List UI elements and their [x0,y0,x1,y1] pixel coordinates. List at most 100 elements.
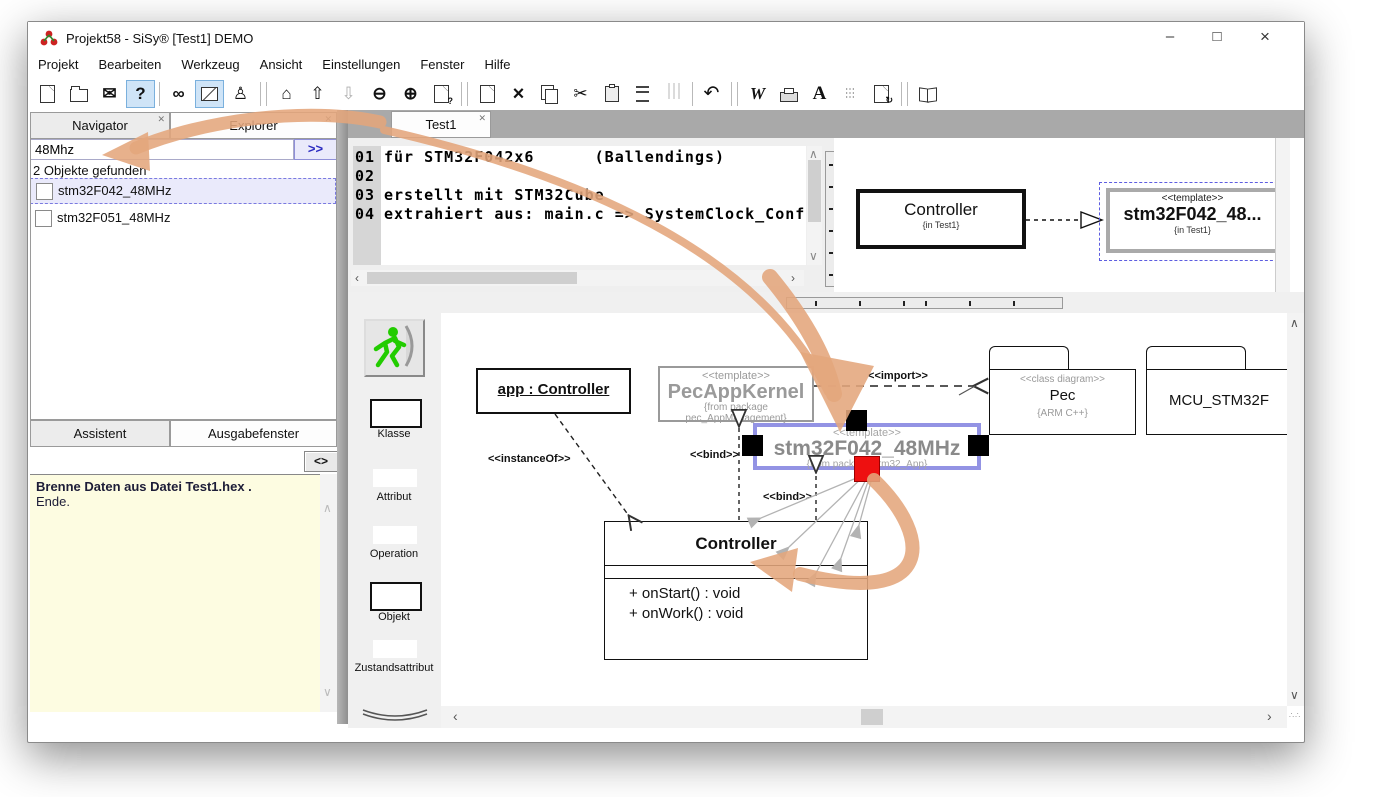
palette-more-icon[interactable] [359,707,431,724]
navigate-down-button[interactable]: ⇩ [334,80,363,108]
scroll-thumb[interactable] [861,709,883,725]
navigate-up-button[interactable]: ⇧ [303,80,332,108]
scroll-left-icon[interactable]: ‹ [453,710,458,722]
scroll-up-icon[interactable]: ∧ [1290,317,1299,329]
pec-app-kernel-node[interactable]: <<template>> PecAppKernel {from package … [658,366,814,422]
word-export-button[interactable]: W [743,80,772,108]
tab-assistent[interactable]: Assistent [30,420,170,447]
mcu-package-node[interactable]: MCU_STM32F [1146,369,1287,435]
result-count-label: 2 Objekte gefunden [33,163,146,178]
menu-werkzeug[interactable]: Werkzeug [171,55,249,74]
scroll-down-icon[interactable]: ∨ [809,250,818,262]
result-item-stm32F042[interactable]: stm32F042_48MHz [30,178,336,204]
close-tab-icon[interactable]: ✕ [157,114,165,124]
menu-bearbeiten[interactable]: Bearbeiten [88,55,171,74]
edit-window-button[interactable] [195,80,224,108]
paste-button[interactable] [597,80,626,108]
controller-class-node[interactable]: Controller + onStart() : void + onWork()… [604,521,868,660]
home-button[interactable]: ⌂ [272,80,301,108]
preview-controller-node[interactable]: Controller {in Test1} [856,189,1026,249]
scroll-up-icon[interactable]: ∧ [323,502,332,514]
object-info-button[interactable]: ♙ [226,80,255,108]
scroll-down-icon[interactable]: ∨ [323,686,332,698]
diagram-vscrollbar[interactable]: ∧ ∨ [1287,313,1304,706]
menu-ansicht[interactable]: Ansicht [250,55,313,74]
undo-button[interactable]: ↶ [697,80,726,108]
tool-zustandsattribut[interactable] [373,640,417,658]
resize-grip[interactable]: ∴∴ [1289,714,1301,726]
maximize-button[interactable]: □ [1200,22,1234,52]
refresh-page-button[interactable]: ↻ [867,80,896,108]
tab-explorer[interactable]: Explorer ✕ [170,112,337,139]
tool-operation[interactable] [373,526,417,544]
checkbox[interactable] [36,183,53,200]
outline-button[interactable] [628,80,657,108]
toolbar-separator [692,82,693,106]
code-text-area[interactable]: für STM32F042x6 (Ballendings) erstellt m… [381,146,806,265]
tool-klasse[interactable] [370,399,422,428]
delete-button[interactable]: × [504,80,533,108]
pec-package-node[interactable]: <<class diagram>> Pec {ARM C++} [989,369,1136,435]
checkbox[interactable] [35,210,52,227]
properties-button[interactable] [473,80,502,108]
preview-template-node[interactable]: <<template>> stm32F042_48... {in Test1} [1106,188,1279,253]
new-document-button[interactable] [33,80,62,108]
run-button[interactable] [364,319,425,377]
code-view-button[interactable]: <> [304,451,338,472]
menu-projekt[interactable]: Projekt [28,55,88,74]
tab-test1[interactable]: Test1 ✕ [391,111,491,138]
scroll-up-icon[interactable]: ∧ [809,148,818,160]
manual-book-button[interactable] [913,80,942,108]
title-bar[interactable]: Projekt58 - SiSy® [Test1] DEMO – □ × [28,22,1304,55]
print-button[interactable] [774,80,803,108]
close-tab-icon[interactable]: ✕ [478,113,486,123]
app-object-node[interactable]: app : Controller [476,368,631,414]
output-scrollbar[interactable]: ∧ ∨ [320,474,337,712]
cut-button[interactable]: ✂ [566,80,595,108]
horizontal-pane-splitter[interactable] [786,297,1063,309]
selection-handle-top[interactable] [846,410,867,431]
scroll-thumb[interactable] [808,160,821,222]
left-splitter[interactable] [337,110,348,724]
scroll-down-icon[interactable]: ∨ [1290,689,1299,701]
scroll-right-icon[interactable]: › [1267,710,1272,722]
selection-handle-right[interactable] [968,435,989,456]
scroll-left-icon[interactable]: ‹ [355,272,359,284]
close-tab-icon[interactable]: ✕ [324,114,332,124]
tab-ausgabefenster[interactable]: Ausgabefenster [170,420,337,447]
pec-package-tab[interactable] [989,346,1069,370]
mcu-package-tab[interactable] [1146,346,1246,370]
result-item-stm32F051[interactable]: stm32F051_48MHz [30,206,336,232]
zoom-out-button[interactable]: ⊖ [365,80,394,108]
word-icon: W [750,85,765,102]
scroll-right-icon[interactable]: › [791,272,795,284]
tool-attribut[interactable] [373,469,417,487]
minimize-button[interactable]: – [1153,22,1187,52]
page-help-button[interactable]: ? [427,80,456,108]
mail-button[interactable]: ✉ [95,80,124,108]
scroll-thumb[interactable] [367,272,577,284]
open-folder-button[interactable] [64,80,93,108]
selection-handle-left[interactable] [742,435,763,456]
search-go-button[interactable]: >> [294,139,337,160]
editor-vscrollbar[interactable]: ∧ ∨ [807,146,822,265]
diagram-hscrollbar[interactable]: ‹ › [441,706,1287,728]
menu-hilfe[interactable]: Hilfe [474,55,520,74]
copy-button[interactable] [535,80,564,108]
menu-einstellungen[interactable]: Einstellungen [312,55,410,74]
search-input[interactable] [30,139,294,160]
zoom-in-button[interactable]: ⊕ [396,80,425,108]
selection-handle-red[interactable] [854,456,880,482]
menu-fenster[interactable]: Fenster [410,55,474,74]
editor-hscrollbar[interactable]: ‹ › [351,270,804,286]
list-options-button[interactable]: ⋯⋯⋯ [836,80,865,108]
close-button[interactable]: × [1248,22,1282,52]
desktop: Projekt58 - SiSy® [Test1] DEMO – □ × Pro… [0,0,1381,797]
help-button[interactable]: ? [126,80,155,108]
tool-objekt[interactable] [370,582,422,611]
preview-vscrollbar[interactable] [1275,138,1290,292]
search-button[interactable]: ∞ [164,80,193,108]
columns-button[interactable] [659,80,688,108]
tab-navigator[interactable]: Navigator ✕ [30,112,170,139]
font-button[interactable]: A [805,80,834,108]
